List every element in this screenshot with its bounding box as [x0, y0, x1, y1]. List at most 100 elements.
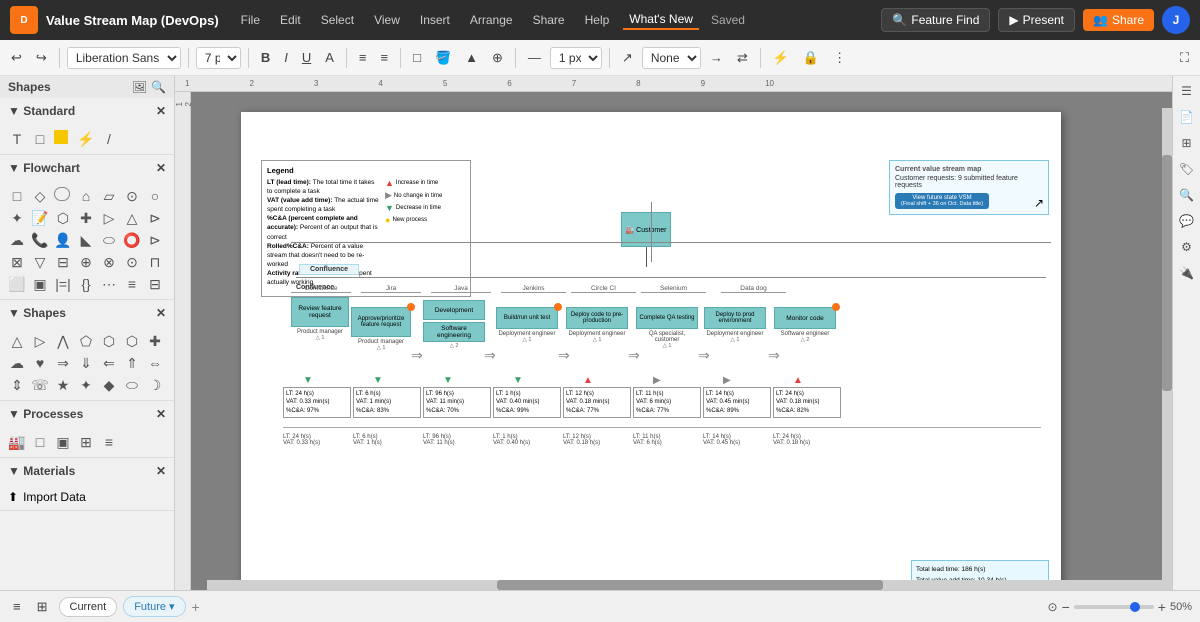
sh-oval[interactable]: ⬭: [123, 376, 141, 394]
fc-line2[interactable]: |=|: [54, 275, 72, 293]
menu-view[interactable]: View: [368, 11, 406, 29]
proc-1[interactable]: 🏭: [8, 433, 26, 451]
fc-actor[interactable]: 👤: [54, 231, 72, 249]
sh-star[interactable]: ★: [54, 376, 72, 394]
proc-5[interactable]: ≡: [100, 433, 118, 451]
sh-uarrow[interactable]: ⇑: [123, 354, 141, 372]
import-data-btn[interactable]: ⬆ Import Data: [8, 490, 166, 504]
filled-rect-shape[interactable]: [54, 130, 68, 144]
grid-view-button[interactable]: ⊞: [32, 597, 53, 617]
sh-lrarrow[interactable]: ⇔: [146, 354, 164, 372]
tags-button[interactable]: 🏷: [1176, 158, 1198, 180]
sh-penta[interactable]: ✦: [77, 376, 95, 394]
present-button[interactable]: ▶ Present: [998, 8, 1075, 32]
fc-rect[interactable]: □: [8, 187, 26, 205]
share-button[interactable]: 👥 Share: [1083, 9, 1154, 31]
shadow-button[interactable]: ⊕: [487, 48, 508, 68]
close-processes-icon[interactable]: ✕: [156, 407, 166, 421]
sh-darrow[interactable]: ⇓: [77, 354, 95, 372]
standard-header[interactable]: ▼ Standard ✕: [0, 98, 174, 124]
fc-stripe[interactable]: ≡: [123, 275, 141, 293]
fc-delay[interactable]: ⊳: [146, 231, 164, 249]
flip-button[interactable]: ⇄: [732, 48, 753, 68]
sh-udarrow[interactable]: ⇕: [8, 376, 26, 394]
close-shapes-icon[interactable]: ✕: [156, 306, 166, 320]
sh-call[interactable]: ☏: [31, 376, 49, 394]
align-center-button[interactable]: ≡: [375, 48, 393, 67]
confluence-box[interactable]: Review feature request: [291, 297, 349, 327]
proc-2[interactable]: □: [31, 433, 49, 451]
fc-step[interactable]: ⊟: [146, 275, 164, 293]
sh-cloud[interactable]: ☁: [8, 354, 26, 372]
fc-arrow[interactable]: ▷: [100, 209, 118, 227]
font-color-button[interactable]: A: [320, 48, 339, 67]
sh-tri[interactable]: △: [8, 332, 26, 350]
fullscreen-button[interactable]: ⛶: [1175, 48, 1194, 68]
undo-button[interactable]: ↩: [6, 48, 27, 68]
font-family-select[interactable]: Liberation Sans: [67, 47, 181, 69]
fc-or[interactable]: ⊙: [123, 253, 141, 271]
fill-button[interactable]: 🪣: [430, 48, 456, 68]
cursor-button[interactable]: ↗: [617, 48, 638, 68]
fc-chevron[interactable]: ⊳: [146, 209, 164, 227]
sh-cross[interactable]: ✚: [146, 332, 164, 350]
jira-box[interactable]: Approve/prioritize feature request: [351, 307, 411, 337]
menu-share[interactable]: Share: [527, 11, 571, 29]
fc-loop[interactable]: ⭕: [123, 231, 141, 249]
fc-manual[interactable]: ◣: [77, 231, 95, 249]
zoom-out-button[interactable]: −: [1062, 599, 1070, 615]
menu-arrange[interactable]: Arrange: [464, 11, 519, 29]
fc-off[interactable]: ⊗: [100, 253, 118, 271]
close-materials-icon[interactable]: ✕: [156, 464, 166, 478]
future-tab[interactable]: Future ▾: [123, 596, 185, 617]
zoom-in-button[interactable]: +: [1158, 599, 1166, 615]
view-vsm-button[interactable]: View future state VSM(Final shift + 36 o…: [895, 193, 989, 209]
menu-insert[interactable]: Insert: [414, 11, 456, 29]
align-left-button[interactable]: ≡: [354, 48, 372, 67]
sh-rtri[interactable]: ▷: [31, 332, 49, 350]
fc-display[interactable]: ⊠: [8, 253, 26, 271]
format-button[interactable]: ☰: [1176, 80, 1198, 102]
search-button[interactable]: 🔍: [1176, 184, 1198, 206]
comments-button[interactable]: 💬: [1176, 210, 1198, 232]
vertical-scrollbar[interactable]: [1162, 108, 1172, 580]
fc-triangle[interactable]: △: [123, 209, 141, 227]
line-style-button[interactable]: —: [523, 48, 546, 67]
flowchart-header[interactable]: ▼ Flowchart ✕: [0, 155, 174, 181]
java-dev-box[interactable]: Development: [423, 300, 485, 320]
fc-storage[interactable]: ⬜: [8, 275, 26, 293]
shape-button[interactable]: □: [408, 48, 426, 67]
fc-circle[interactable]: ○: [146, 187, 164, 205]
list-view-button[interactable]: ≡: [8, 597, 26, 616]
sh-oct[interactable]: ⬡: [123, 332, 141, 350]
processes-header[interactable]: ▼ Processes ✕: [0, 401, 174, 427]
fc-hexagon[interactable]: ⬡: [54, 209, 72, 227]
lightning-button[interactable]: ⚡: [768, 48, 794, 68]
proc-4[interactable]: ⊞: [77, 433, 95, 451]
add-tab-button[interactable]: +: [192, 599, 200, 615]
fc-term[interactable]: ⬭: [100, 231, 118, 249]
image-icon[interactable]: 🖼: [132, 80, 147, 94]
more-button[interactable]: ⋮: [828, 48, 851, 68]
line-shape[interactable]: /: [100, 130, 118, 148]
settings-button[interactable]: ⚙: [1176, 236, 1198, 258]
proc-3[interactable]: ▣: [54, 433, 72, 451]
fc-star[interactable]: ✦: [8, 209, 26, 227]
shapes-section-header[interactable]: ▼ Shapes ✕: [0, 300, 174, 326]
menu-select[interactable]: Select: [315, 11, 360, 29]
fc-cloud[interactable]: ☁: [8, 231, 26, 249]
lightning-shape[interactable]: ⚡: [77, 130, 95, 148]
fc-box2[interactable]: ▣: [31, 275, 49, 293]
close-standard-icon[interactable]: ✕: [156, 104, 166, 118]
fc-cylinder[interactable]: ⊙: [123, 187, 141, 205]
italic-button[interactable]: I: [279, 48, 293, 67]
fc-sort[interactable]: ⊟: [54, 253, 72, 271]
fit-page-icon[interactable]: ⊙: [1048, 600, 1058, 614]
waypoints-select[interactable]: None: [642, 47, 701, 69]
font-size-select[interactable]: 7 pt: [196, 47, 241, 69]
jenkins-box[interactable]: Build/run unit test: [496, 307, 558, 329]
v-scrollbar-thumb[interactable]: [1162, 155, 1172, 391]
rect-shape[interactable]: □: [31, 130, 49, 148]
deploy-prod-box[interactable]: Deploy to prod environment: [704, 307, 766, 329]
fc-rounded[interactable]: [54, 187, 70, 201]
